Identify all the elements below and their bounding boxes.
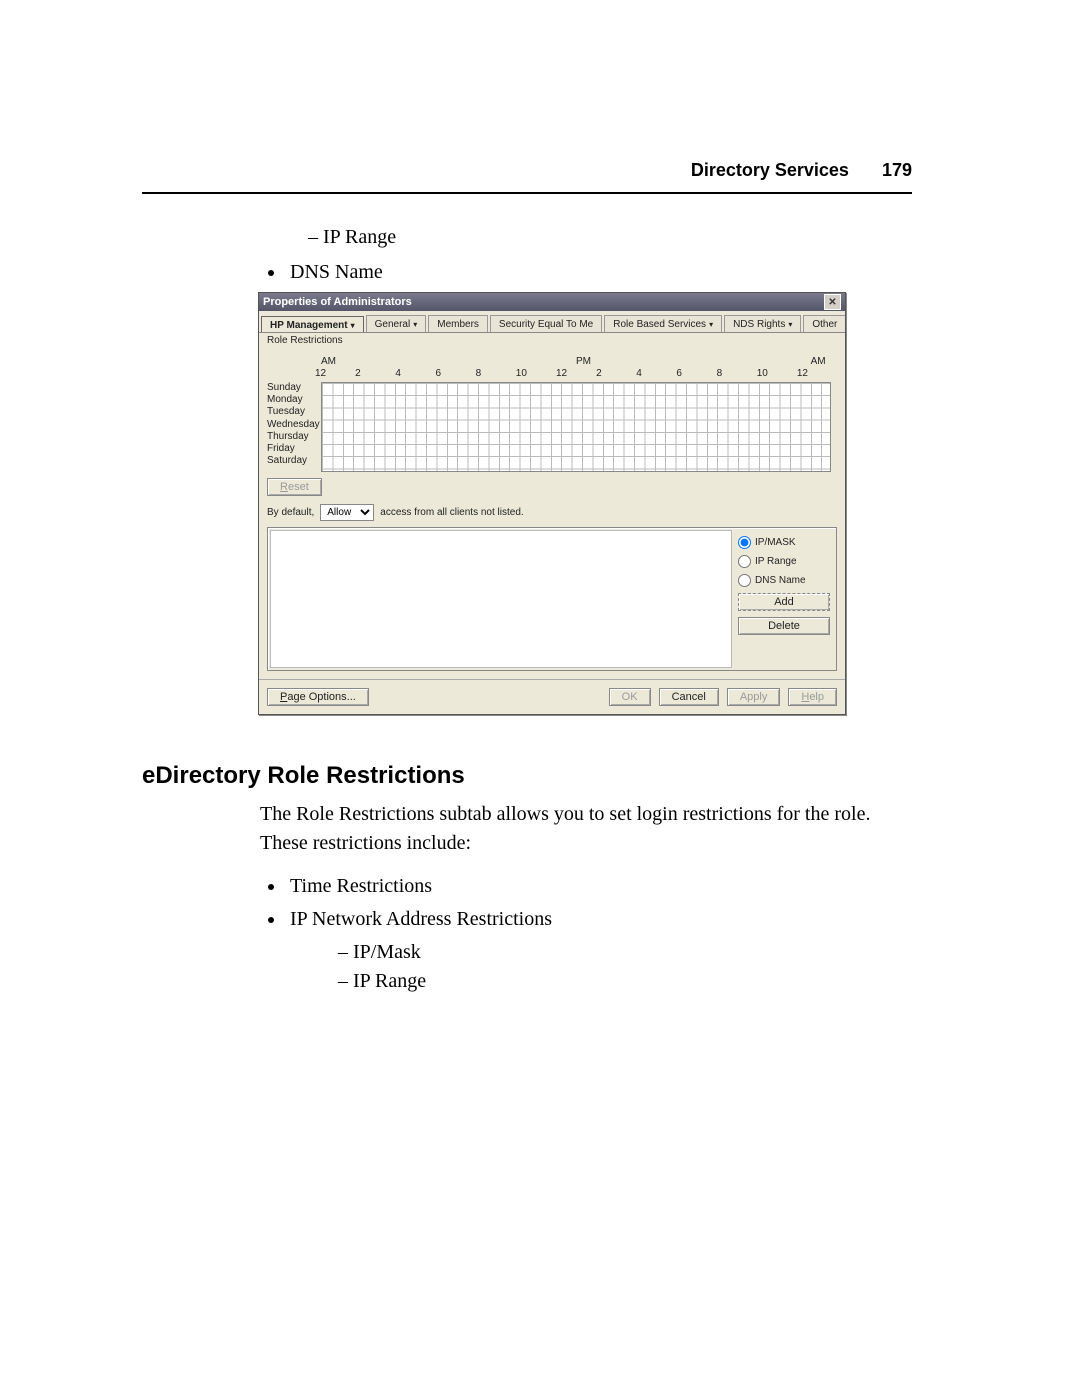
page-number: 179	[882, 160, 912, 180]
tab-label: Role Based Services	[613, 319, 706, 330]
sublist-item: IP Range	[308, 224, 912, 251]
page-options-button[interactable]: Page Options...	[267, 688, 369, 706]
sub-list: IP/Mask IP Range	[290, 938, 912, 996]
pm-label: PM	[576, 356, 811, 367]
radio-label: IP/MASK	[755, 537, 796, 548]
apply-button[interactable]: Apply	[727, 688, 781, 706]
continued-sublist: IP Range	[260, 224, 912, 251]
hour-labels: 12 2 4 6 8 10 12 2 4 6 8 10 12	[315, 368, 837, 379]
tab-members[interactable]: Members	[428, 315, 488, 332]
radio-input[interactable]	[738, 574, 751, 587]
chevron-down-icon: ▾	[351, 321, 355, 330]
bullet-text: IP Network Address Restrictions	[290, 908, 552, 930]
radio-label: DNS Name	[755, 575, 806, 586]
radio-label: IP Range	[755, 556, 797, 567]
grid-cells[interactable]	[321, 382, 831, 472]
tab-label: NDS Rights	[733, 319, 785, 330]
help-button[interactable]: Help	[788, 688, 837, 706]
sublist-item: IP Range	[338, 967, 912, 996]
cancel-button[interactable]: Cancel	[659, 688, 719, 706]
bullet-list-top: DNS Name	[260, 259, 912, 286]
tab-general[interactable]: General ▾	[366, 315, 427, 332]
chevron-down-icon: ▾	[709, 320, 713, 329]
radio-input[interactable]	[738, 555, 751, 568]
running-header: Directory Services 179	[691, 160, 912, 181]
section-heading: eDirectory Role Restrictions	[142, 762, 465, 790]
tab-row: HP Management ▾ General ▾ Members Securi…	[259, 311, 845, 333]
bydefault-prefix: By default,	[267, 507, 314, 518]
tab-label: Security Equal To Me	[499, 319, 593, 330]
am2-label: AM	[811, 356, 826, 367]
time-restriction-grid[interactable]: AM PM AM 12 2 4 6 8 10 12 2 4 6 8 10	[267, 356, 837, 472]
body-bottom: The Role Restrictions subtab allows you …	[260, 800, 912, 1008]
tab-label: General	[375, 319, 411, 330]
radio-dns-name[interactable]: DNS Name	[738, 574, 830, 587]
am-label: AM	[321, 356, 576, 367]
bullet-item: DNS Name	[286, 259, 912, 286]
day-labels: Sunday Monday Tuesday Wednesday Thursday…	[267, 382, 320, 467]
tab-role-based[interactable]: Role Based Services ▾	[604, 315, 722, 332]
radio-input[interactable]	[738, 536, 751, 549]
add-button[interactable]: Add	[738, 593, 830, 611]
tab-label: Members	[437, 319, 479, 330]
active-subtab-label: Role Restrictions	[259, 333, 845, 350]
header-rule	[142, 192, 912, 194]
tab-label: Other	[812, 319, 837, 330]
bydefault-select[interactable]: Allow	[320, 504, 374, 521]
section-paragraph: The Role Restrictions subtab allows you …	[260, 800, 912, 858]
client-panel: IP/MASK IP Range DNS Name Add Delete	[267, 527, 837, 671]
tab-hp-management[interactable]: HP Management ▾	[261, 316, 364, 333]
tab-security-equal[interactable]: Security Equal To Me	[490, 315, 602, 332]
bullet-item: IP Network Address Restrictions IP/Mask …	[286, 905, 912, 996]
section-name: Directory Services	[691, 160, 849, 180]
client-list[interactable]	[270, 530, 732, 668]
bydefault-suffix: access from all clients not listed.	[380, 507, 523, 518]
radio-ip-mask[interactable]: IP/MASK	[738, 536, 830, 549]
properties-dialog: Properties of Administrators ✕ HP Manage…	[258, 292, 846, 715]
delete-button[interactable]: Delete	[738, 617, 830, 635]
radio-ip-range[interactable]: IP Range	[738, 555, 830, 568]
bullet-item: Time Restrictions	[286, 872, 912, 901]
ok-button[interactable]: OK	[609, 688, 651, 706]
body-top: IP Range DNS Name	[260, 220, 912, 298]
tab-other[interactable]: Other	[803, 315, 845, 332]
dialog-footer: Page Options... OK Cancel Apply Help	[259, 679, 845, 714]
ampm-row: AM PM AM	[321, 356, 831, 367]
tab-label: HP Management	[270, 320, 348, 331]
chevron-down-icon: ▾	[788, 320, 792, 329]
bydefault-row: By default, Allow access from all client…	[267, 504, 837, 521]
dialog-titlebar[interactable]: Properties of Administrators ✕	[259, 293, 845, 311]
restrictions-list: Time Restrictions IP Network Address Res…	[260, 872, 912, 996]
chevron-down-icon: ▾	[413, 320, 417, 329]
close-icon[interactable]: ✕	[824, 294, 841, 310]
reset-button[interactable]: Reset	[267, 478, 322, 496]
dialog-title: Properties of Administrators	[263, 296, 412, 308]
tab-nds-rights[interactable]: NDS Rights ▾	[724, 315, 801, 332]
sublist-item: IP/Mask	[338, 938, 912, 967]
